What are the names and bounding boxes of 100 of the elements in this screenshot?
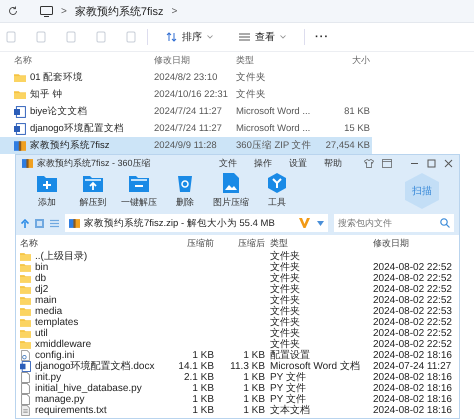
compressed-size: 11.3 KB <box>230 361 265 372</box>
settings-file-icon <box>20 350 31 361</box>
file-row[interactable]: 01 配套环境 2024/8/2 23:10 文件夹 <box>0 69 372 86</box>
entry-name[interactable]: bin <box>35 262 48 273</box>
maximize-icon[interactable] <box>427 158 436 168</box>
toolbar-button[interactable]: 解压到 <box>72 173 114 209</box>
entry-type: 文件夹 <box>270 273 301 284</box>
compressed-size: 1 KB <box>243 394 265 405</box>
entry-name[interactable]: manage.py <box>35 394 84 405</box>
sort-icon <box>166 32 177 42</box>
original-size: 1 KB <box>192 383 214 394</box>
file-type: 文件夹 <box>236 88 267 101</box>
entry-name[interactable]: config.ini <box>35 350 74 361</box>
toolbar-button[interactable]: 图片压缩 <box>210 173 252 209</box>
entry-name[interactable]: djanogo环境配置文档.docx <box>35 361 154 372</box>
column-header[interactable]: 压缩后 <box>219 236 265 250</box>
folder-icon <box>20 296 31 305</box>
file-name: djanogo环境配置文档 <box>30 122 124 135</box>
file-row[interactable]: 家教预约系统7fisz 2024/9/9 11:28 360压缩 ZIP 文件 27,454 KB <box>0 137 372 154</box>
breadcrumb-item[interactable]: 家教预约系统7fisz <box>74 4 164 18</box>
file-row[interactable]: biye论文文档 2024/7/24 11:27 Microsoft Word ... 81 KB <box>0 103 372 120</box>
entry-name[interactable]: initial_hive_database.py <box>35 383 142 394</box>
file-row[interactable]: djanogo环境配置文档 2024/7/24 11:27 Microsoft Word ... 15 KB <box>0 120 372 137</box>
compressed-size: 1 KB <box>243 383 265 394</box>
file-icon <box>20 383 31 394</box>
entry-date: 2024-08-02 22:52 <box>373 262 452 273</box>
more-button[interactable]: ··· <box>315 31 329 43</box>
window-title: 家教预约系统7fisz - 360压缩 <box>37 156 151 170</box>
list-view-icon[interactable] <box>50 218 59 228</box>
entry-name[interactable]: requirements.txt <box>35 405 107 416</box>
search-icon[interactable] <box>438 214 454 232</box>
entry-name[interactable]: db <box>35 273 46 284</box>
entry-date: 2024-08-02 22:52 <box>373 284 452 295</box>
shirt-icon[interactable] <box>364 158 374 168</box>
chevron-text[interactable]: > <box>171 6 178 16</box>
entry-type: Microsoft Word 文档 <box>270 361 361 372</box>
document-icon <box>14 122 26 134</box>
menu-item[interactable]: 设置 <box>289 156 307 170</box>
column-header[interactable]: 名称 <box>20 236 165 250</box>
entry-type: 文本文档 <box>270 405 311 416</box>
entry-date: 2024-08-02 18:16 <box>373 350 452 361</box>
thumbnail-view-icon[interactable] <box>35 218 44 228</box>
folder-icon <box>20 329 31 338</box>
path-field[interactable]: 家教预约系统7fisz.zip - 解包大小为 55.4 MB <box>65 214 328 232</box>
original-size: 1 KB <box>192 350 214 361</box>
entry-date: 2024-08-02 22:52 <box>373 273 452 284</box>
chevron-text[interactable]: > <box>61 6 67 16</box>
close-icon[interactable] <box>444 158 453 168</box>
window-layout-icon[interactable] <box>382 158 392 168</box>
compressed-size: 1 KB <box>243 372 265 383</box>
entry-type: 文件夹 <box>270 317 301 328</box>
sort-button[interactable]: 排序 <box>158 28 221 46</box>
entry-name[interactable]: dj2 <box>35 284 48 295</box>
entry-date: 2024-08-02 18:16 <box>373 394 452 405</box>
column-header[interactable]: 类型 <box>270 236 368 250</box>
toolbar-button[interactable]: 工具 <box>256 173 298 209</box>
entry-name[interactable]: init.py <box>35 372 62 383</box>
toolbar-button[interactable]: 删除 <box>164 173 206 209</box>
v-logo-icon <box>299 218 310 228</box>
view-button[interactable]: 查看 <box>231 28 294 46</box>
menu-item[interactable]: 文件 <box>219 156 237 170</box>
document-icon <box>14 106 26 118</box>
up-arrow-icon[interactable] <box>21 218 29 228</box>
column-header[interactable]: 类型 <box>236 54 318 67</box>
file-date: 2024/9/9 11:28 <box>154 140 218 151</box>
archive-icon <box>14 140 26 152</box>
toolbar-button[interactable]: 添加 <box>26 173 68 209</box>
entry-name[interactable]: ..(上级目录) <box>35 251 88 262</box>
entry-name[interactable]: main <box>35 295 57 306</box>
column-header[interactable]: 修改日期 <box>373 236 455 250</box>
entry-type: PY 文件 <box>270 372 307 383</box>
column-header[interactable]: 修改日期 <box>154 54 236 67</box>
menu-item[interactable]: 帮助 <box>324 156 342 170</box>
file-date: 2024/10/16 22:31 <box>154 89 229 100</box>
file-name: biye论文文档 <box>30 105 88 118</box>
file-row[interactable]: 知乎 钟 2024/10/16 22:31 文件夹 <box>0 86 372 103</box>
file-date: 2024/7/24 11:27 <box>154 106 223 117</box>
toolbar-button[interactable]: 一键解压 <box>118 173 160 209</box>
refresh-icon[interactable] <box>8 6 18 16</box>
column-header[interactable]: 压缩前 <box>170 236 214 250</box>
monitor-icon[interactable] <box>40 6 53 16</box>
entry-name[interactable]: xmiddleware <box>35 339 92 350</box>
dropdown-icon[interactable] <box>317 220 324 226</box>
column-header[interactable]: 大小 <box>318 54 370 67</box>
original-size: 14.1 KB <box>178 361 214 372</box>
file-icon <box>20 394 31 405</box>
archive-icon <box>22 158 33 168</box>
search-field[interactable]: 搜索包内文件 <box>334 214 438 232</box>
compressed-size: 1 KB <box>243 405 265 416</box>
folder-minus-icon <box>129 174 149 192</box>
entry-name[interactable]: media <box>35 306 62 317</box>
entry-name[interactable]: util <box>35 328 48 339</box>
folder-icon <box>20 318 31 327</box>
entry-type: 文件夹 <box>270 262 301 273</box>
menu-item[interactable]: 操作 <box>254 156 272 170</box>
entry-name[interactable]: templates <box>35 317 78 328</box>
file-name: 家教预约系统7fisz <box>30 139 110 152</box>
file-date: 2024/7/24 11:27 <box>154 123 223 134</box>
file-type: Microsoft Word ... <box>236 123 312 134</box>
column-header[interactable]: 名称 <box>14 54 154 67</box>
